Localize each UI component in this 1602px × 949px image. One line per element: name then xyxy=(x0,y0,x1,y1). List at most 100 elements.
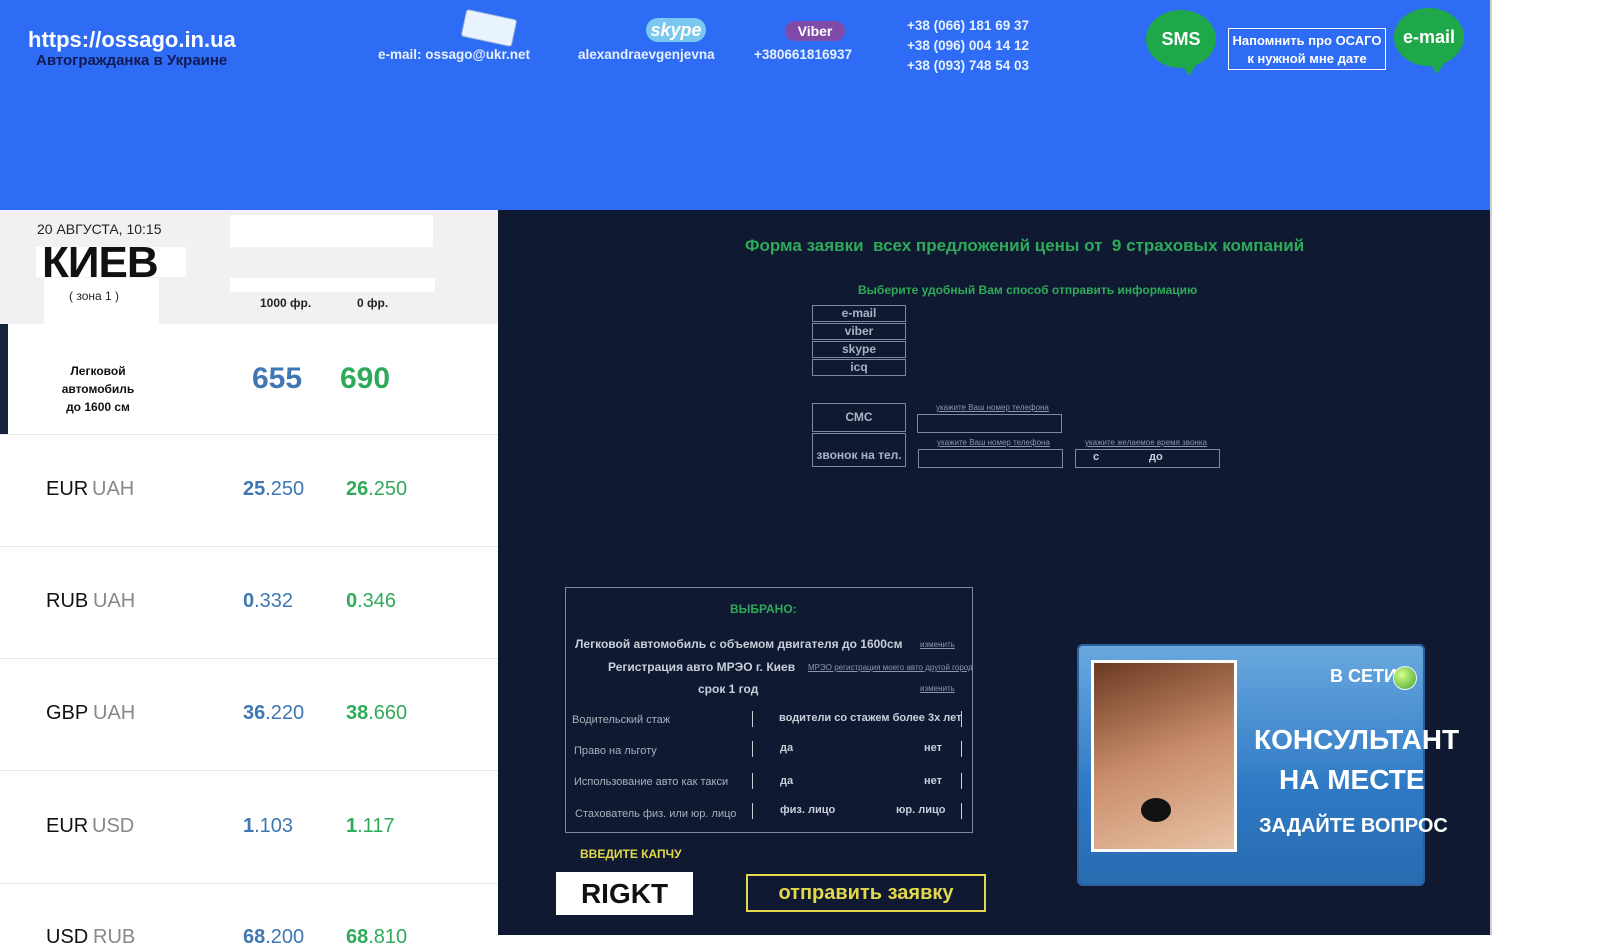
driver-experience-value[interactable]: водители со стажем более 3х лет xyxy=(779,712,961,724)
sms-phone-input[interactable] xyxy=(917,414,1062,433)
insurer-legal-option[interactable]: юр. лицо xyxy=(896,804,945,816)
benefit-yes-option[interactable]: да xyxy=(780,742,793,754)
sell-rate: 26.250 xyxy=(346,478,407,501)
method-icq-option[interactable]: icq xyxy=(812,359,906,376)
currency-code: EUR xyxy=(46,815,89,837)
field-divider xyxy=(961,741,962,757)
car-type-label: Легковой автомобиль до 1600 см xyxy=(34,362,162,416)
call-option[interactable]: звонок на тел. xyxy=(812,433,906,467)
method-email-option[interactable]: e-mail xyxy=(812,305,906,322)
sell-rate-frac: .117 xyxy=(357,815,395,837)
selected-car: Легковой автомобиль с объемом двигателя … xyxy=(575,637,903,651)
buy-rate-int: 68 xyxy=(243,926,266,948)
time-from-label: с xyxy=(1093,451,1100,463)
sell-rate: 68.810 xyxy=(346,926,407,949)
submit-request-button[interactable]: отправить заявку xyxy=(746,874,986,912)
online-indicator-icon xyxy=(1393,666,1417,690)
buy-rate: 1.103 xyxy=(243,815,293,838)
buy-rate: 0.332 xyxy=(243,590,293,613)
price-1000-franchise: 655 xyxy=(252,362,303,395)
driver-experience-label: Водительский стаж xyxy=(572,714,671,726)
site-tagline: Автогражданка в Украине xyxy=(36,52,228,69)
rates-datetime: 20 АВГУСТА, 10:15 xyxy=(37,221,162,237)
consultant-title-line-1: КОНСУЛЬТАНТ xyxy=(1254,724,1460,755)
field-divider xyxy=(752,741,753,757)
sell-rate-frac: .346 xyxy=(357,590,397,612)
car-type-line-2: до 1600 см xyxy=(66,400,130,414)
taxi-yes-option[interactable]: да xyxy=(780,775,793,787)
taxi-no-option[interactable]: нет xyxy=(924,775,942,787)
selected-registration: Регистрация авто МРЭО г. Киев xyxy=(608,660,796,674)
benefit-no-option[interactable]: нет xyxy=(924,742,942,754)
field-divider xyxy=(752,773,753,789)
city-zone: ( зона 1 ) xyxy=(69,289,120,303)
selected-summary-box xyxy=(565,587,973,833)
buy-rate-frac: .332 xyxy=(254,590,294,612)
header-email[interactable]: e-mail: ossago@ukr.net xyxy=(378,47,530,62)
sell-rate-int: 26 xyxy=(346,478,369,500)
ask-question-label: ЗАДАЙТЕ ВОПРОС xyxy=(1259,815,1448,837)
method-skype-option[interactable]: skype xyxy=(812,341,906,358)
captcha-label: ВВЕДИТЕ КАПЧУ xyxy=(580,847,682,861)
page-right-margin xyxy=(1490,0,1602,935)
insurer-type-label: Стахователь физ. или юр. лицо xyxy=(575,808,737,820)
buy-rate-int: 25 xyxy=(243,478,266,500)
email-bubble-button[interactable]: e-mail xyxy=(1394,8,1464,74)
header-skype-name[interactable]: alexandraevgenjevna xyxy=(578,47,715,62)
car-type-line-1: Легковой автомобиль xyxy=(61,364,135,396)
currency-code: EUR xyxy=(46,478,89,500)
buy-rate-int: 36 xyxy=(243,702,266,724)
currency-base: UAH xyxy=(93,702,136,724)
consultant-title-line-2: НА МЕСТЕ xyxy=(1279,764,1425,795)
remind-osago-button[interactable]: Напомнить про ОСАГО к нужной мне дате xyxy=(1228,28,1386,70)
change-car-link[interactable]: изменить xyxy=(920,640,955,649)
city-name: КИЕВ xyxy=(42,238,159,287)
buy-rate-int: 1 xyxy=(243,815,255,837)
method-viber-option[interactable]: viber xyxy=(812,323,906,340)
header-phone-1[interactable]: +38 (066) 181 69 37 xyxy=(907,16,1029,36)
buy-rate: 68.200 xyxy=(243,926,304,949)
remind-line-2: к нужной мне дате xyxy=(1247,51,1367,66)
header-phone-3[interactable]: +38 (093) 748 54 03 xyxy=(907,56,1029,76)
benefit-label: Право на льготу xyxy=(574,745,657,757)
price-0-franchise: 690 xyxy=(340,362,391,395)
remind-line-1: Напомнить про ОСАГО xyxy=(1232,33,1382,48)
choose-method-text: Выберите удобный Вам способ отправить ин… xyxy=(858,283,1198,297)
sell-rate-int: 0 xyxy=(346,590,358,612)
currency-base: USD xyxy=(92,815,135,837)
headset-mic-icon xyxy=(1141,798,1171,822)
sell-rate: 38.660 xyxy=(346,702,407,725)
sms-bubble-button[interactable]: SMS xyxy=(1146,10,1216,76)
selected-heading: ВЫБРАНО: xyxy=(730,602,797,616)
buy-rate-frac: .250 xyxy=(265,478,305,500)
sell-rate-frac: .250 xyxy=(368,478,408,500)
call-phone-input[interactable] xyxy=(918,449,1063,468)
sms-option[interactable]: СМС xyxy=(812,403,906,432)
franchise-0-header: 0 фр. xyxy=(357,296,389,310)
insurer-individual-option[interactable]: физ. лицо xyxy=(780,804,835,816)
other-city-link[interactable]: МРЭО регистрация моего авто другой город xyxy=(808,663,973,672)
change-term-link[interactable]: изменить xyxy=(920,684,955,693)
buy-rate-int: 0 xyxy=(243,590,255,612)
header-phone-2[interactable]: +38 (096) 004 14 12 xyxy=(907,36,1029,56)
taxi-use-label: Использование авто как такси xyxy=(574,776,729,788)
currency-base: UAH xyxy=(93,590,136,612)
site-url-link[interactable]: https://ossago.in.ua xyxy=(28,27,236,53)
sell-rate-frac: .810 xyxy=(368,926,408,948)
sell-rate: 0.346 xyxy=(346,590,396,613)
field-divider xyxy=(961,773,962,789)
time-to-label: до xyxy=(1149,451,1163,463)
field-divider xyxy=(961,711,962,727)
buy-rate: 36.220 xyxy=(243,702,304,725)
header-viber-number[interactable]: +380661816937 xyxy=(754,47,852,62)
sell-rate-int: 68 xyxy=(346,926,369,948)
colhead-white-block xyxy=(230,278,435,292)
captcha-input[interactable]: RIGKT xyxy=(556,872,693,915)
franchise-1000-header: 1000 фр. xyxy=(260,296,312,310)
selected-term: срок 1 год xyxy=(698,682,759,696)
field-divider xyxy=(961,803,962,819)
field-divider xyxy=(752,711,753,727)
buy-rate-frac: .103 xyxy=(254,815,294,837)
viber-logo-icon: Viber xyxy=(785,21,845,41)
buy-rate: 25.250 xyxy=(243,478,304,501)
